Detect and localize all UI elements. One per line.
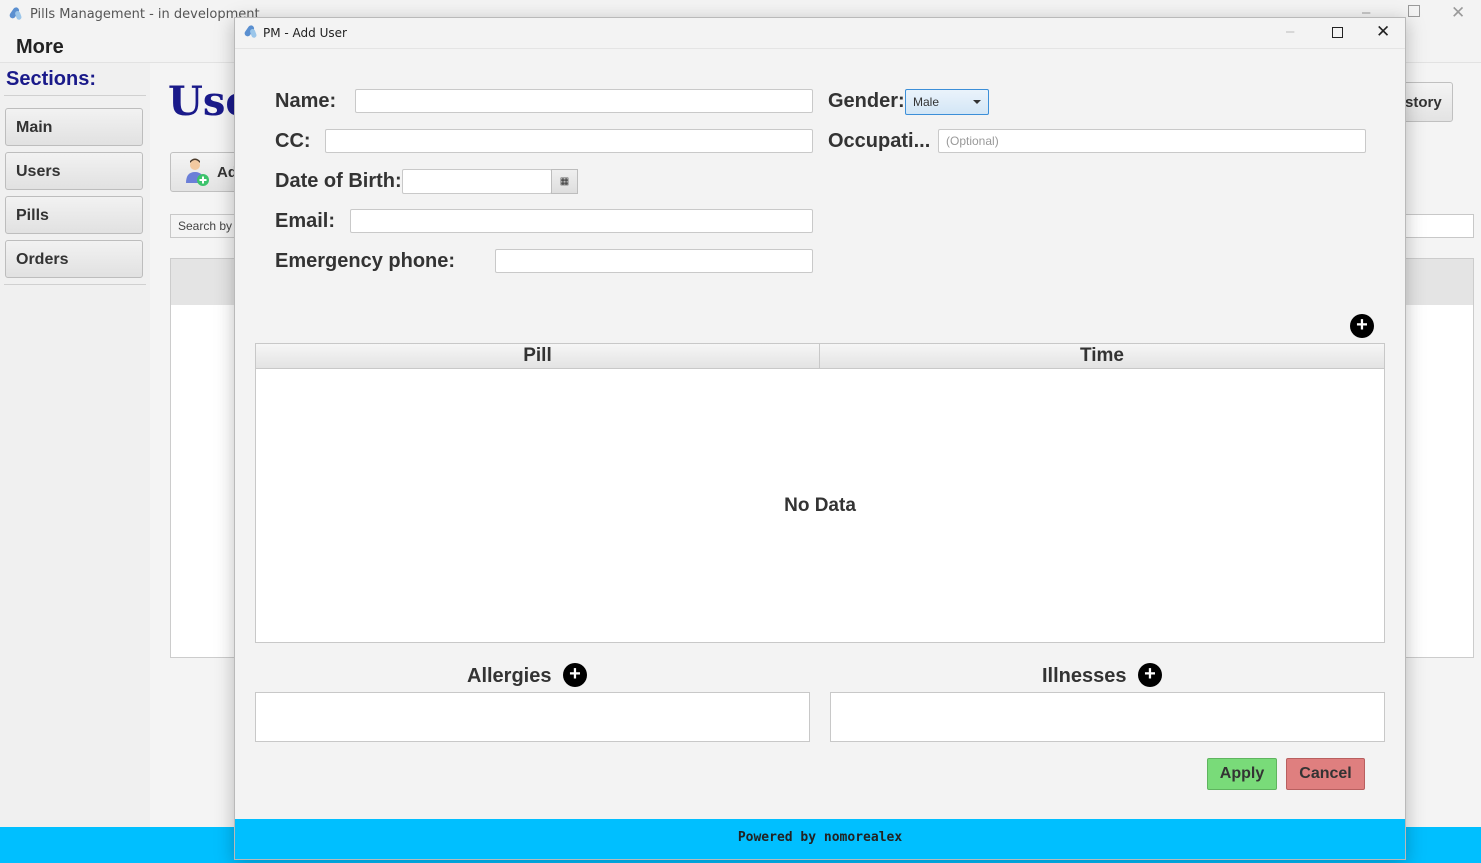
column-header-pill[interactable]: Pill (256, 345, 819, 367)
sections-title: Sections: (6, 68, 97, 90)
emergency-phone-field[interactable] (495, 249, 813, 273)
illnesses-list[interactable] (830, 692, 1385, 742)
sidebar-item-main[interactable]: Main (5, 108, 143, 146)
emergency-phone-label: Emergency phone: (275, 250, 456, 272)
dialog-minimize-button[interactable]: – (1286, 23, 1294, 40)
menu-more[interactable]: More (16, 36, 64, 59)
illnesses-label: Illnesses (1042, 665, 1127, 687)
divider (4, 284, 146, 285)
cancel-button[interactable]: Cancel (1286, 758, 1365, 790)
right-search-input[interactable] (1398, 214, 1474, 238)
occupation-field[interactable]: (Optional) (938, 129, 1366, 153)
cc-label: CC: (275, 130, 311, 152)
footer-credit: Powered by nomorealex (737, 830, 903, 845)
allergies-list[interactable] (255, 692, 810, 742)
column-header-time[interactable]: Time (820, 345, 1384, 367)
dialog-title: PM - Add User (263, 26, 347, 40)
apply-button[interactable]: Apply (1207, 758, 1277, 790)
cc-field[interactable] (325, 129, 813, 153)
dialog-titlebar (235, 18, 1405, 49)
gender-value: Male (913, 95, 940, 109)
history-button[interactable]: story (1398, 82, 1453, 122)
add-illness-button[interactable]: + (1138, 663, 1162, 687)
email-field[interactable] (350, 209, 813, 233)
dialog-close-button[interactable]: ✕ (1376, 22, 1390, 42)
add-allergy-button[interactable]: + (563, 663, 587, 687)
add-pill-button[interactable]: + (1350, 314, 1374, 338)
occupation-label: Occupati... (828, 130, 931, 152)
dialog-maximize-button[interactable] (1332, 27, 1343, 38)
sidebar-item-pills[interactable]: Pills (5, 196, 143, 234)
calendar-icon[interactable]: ▦ (551, 169, 578, 194)
main-window-title: Pills Management - in development (30, 7, 260, 22)
sidebar-item-orders[interactable]: Orders (5, 240, 143, 278)
empty-table-message: No Data (784, 495, 856, 516)
allergies-label: Allergies (467, 665, 552, 687)
app-icon (244, 25, 257, 38)
name-label: Name: (275, 90, 337, 112)
gender-label: Gender: (828, 90, 905, 112)
pill-table (255, 343, 1385, 643)
divider (4, 95, 146, 96)
main-close-button[interactable]: ✕ (1451, 3, 1465, 23)
dob-label: Date of Birth: (275, 170, 402, 192)
name-field[interactable] (355, 89, 813, 113)
add-user-icon (186, 158, 209, 186)
main-maximize-button[interactable] (1408, 5, 1420, 17)
sidebar-item-users[interactable]: Users (5, 152, 143, 190)
dob-field[interactable] (402, 169, 552, 194)
email-label: Email: (275, 210, 336, 232)
app-icon (9, 7, 22, 20)
chevron-down-icon (973, 100, 981, 104)
